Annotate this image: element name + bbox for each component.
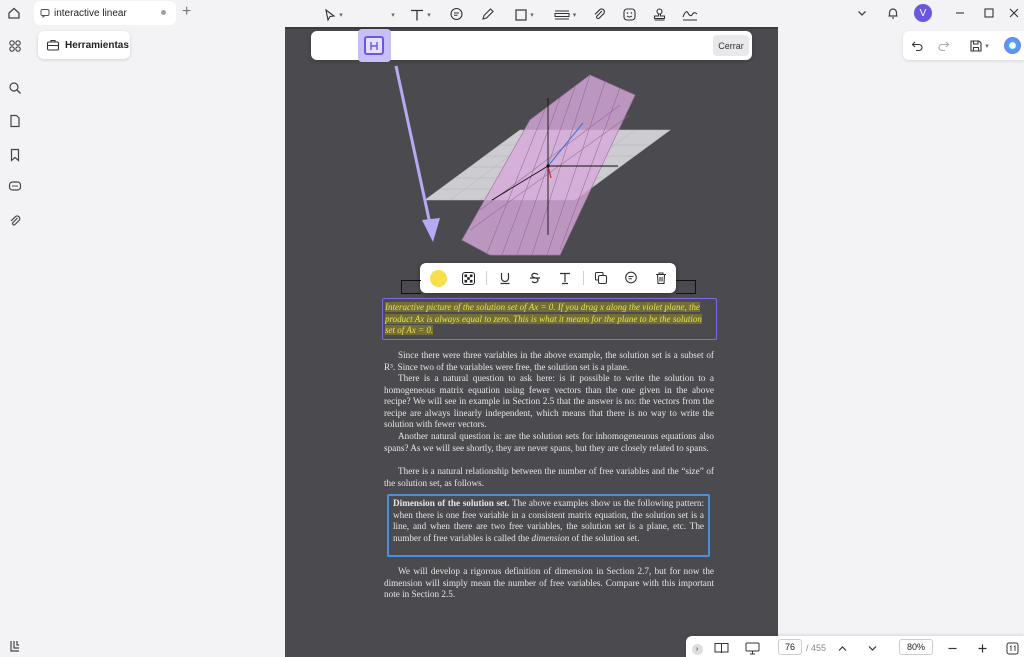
figure-frame-right [676, 280, 696, 294]
comment-tool-button[interactable] [446, 5, 466, 24]
unsaved-dot-icon[interactable] [161, 10, 166, 15]
paragraph-3: Another natural question is: are the sol… [384, 431, 714, 453]
reading-mode-icon[interactable] [712, 640, 730, 656]
dimension-note-box[interactable]: Dimension of the solution set. The above… [387, 494, 710, 557]
tools-button[interactable]: Herramientas [38, 31, 130, 59]
note-body-2: of the solution set. [571, 532, 640, 543]
highlight-options-caret[interactable]: ▾ [388, 5, 396, 24]
paragraph-4: There is a natural relationship between … [384, 466, 714, 488]
copy-icon [594, 271, 608, 285]
note-title: Dimension of the solution set. [393, 498, 510, 508]
text-replace-button[interactable] [556, 269, 574, 287]
signature-icon [682, 11, 698, 21]
comment-icon [449, 7, 463, 21]
page-icon[interactable] [5, 111, 25, 131]
figure-frame-left [401, 280, 421, 294]
paragraph-1: Since there were three variables in the … [384, 350, 714, 372]
close-toolbar-button[interactable]: Cerrar [713, 35, 749, 56]
ruler-icon [554, 9, 570, 20]
sticker-icon [622, 8, 636, 21]
attachment-icon[interactable] [5, 211, 25, 231]
tools-label: Herramientas [65, 39, 129, 51]
stamp-icon [653, 8, 665, 21]
final-paragraph: We will develop a rigorous definition of… [384, 566, 714, 600]
fit-page-icon[interactable] [1004, 640, 1020, 656]
comment-icon [625, 271, 637, 284]
yellow-color-icon [429, 269, 447, 287]
pointer-arrow [394, 65, 440, 242]
stamp-tool-button[interactable] [649, 5, 669, 24]
save-menu-button[interactable]: ▾ [964, 36, 994, 55]
comments-icon[interactable] [5, 177, 25, 197]
highlight-icon [364, 36, 384, 55]
zoom-in-icon[interactable] [975, 640, 989, 656]
caption-text: Interactive picture of the solution set … [385, 302, 702, 335]
ai-assistant-icon[interactable] [1003, 36, 1021, 55]
zoom-out-icon[interactable] [945, 640, 959, 656]
sticker-tool-button[interactable] [619, 5, 639, 24]
left-rail [0, 26, 30, 657]
text-tool-button[interactable]: ▾ [403, 5, 437, 24]
search-icon[interactable] [5, 78, 25, 98]
avatar-letter: V [914, 4, 932, 22]
new-tab-button[interactable]: + [182, 3, 191, 21]
underline-button[interactable] [496, 269, 514, 287]
measure-tool-button[interactable]: ▾ [548, 5, 581, 24]
previous-page-icon[interactable] [835, 640, 849, 656]
bell-icon[interactable] [883, 3, 903, 23]
next-page-icon[interactable] [865, 640, 879, 656]
strikethrough-button[interactable] [526, 269, 544, 287]
presentation-icon[interactable] [743, 640, 761, 656]
toolbox-icon [46, 39, 60, 51]
current-page-input[interactable]: 76 [778, 639, 802, 655]
checkerboard-icon [461, 271, 475, 285]
minimize-icon[interactable] [950, 3, 970, 23]
close-window-icon[interactable] [1004, 3, 1024, 23]
pen-icon [481, 8, 494, 20]
comment-icon [40, 9, 50, 18]
square-icon [515, 8, 527, 21]
signature-tool-button[interactable] [679, 5, 701, 24]
collapse-icon[interactable]: › [691, 641, 703, 657]
highlighted-caption[interactable]: Interactive picture of the solution set … [382, 298, 717, 340]
app-logo-icon[interactable] [5, 636, 25, 656]
total-pages: / 455 [805, 643, 827, 653]
avatar[interactable]: V [913, 3, 933, 23]
color-picker-button[interactable] [429, 269, 447, 287]
paperclip-icon [594, 8, 605, 20]
paragraph-2: There is a natural question to ask here:… [384, 373, 714, 430]
note-emphasis: dimension [531, 532, 570, 543]
add-comment-button[interactable] [622, 269, 640, 287]
tab-title: interactive linear [54, 7, 127, 19]
document-tab[interactable]: interactive linear [34, 1, 176, 25]
delete-button[interactable] [652, 269, 670, 287]
home-icon[interactable] [4, 3, 24, 23]
text-icon [411, 9, 424, 20]
grid-icon[interactable] [5, 36, 25, 56]
redo-icon[interactable] [935, 36, 951, 55]
copy-button[interactable] [592, 269, 610, 287]
separator [583, 271, 584, 285]
cursor-icon [325, 8, 336, 22]
save-icon [970, 39, 982, 52]
text-icon [560, 272, 570, 285]
undo-icon[interactable] [909, 36, 925, 55]
select-tool-button[interactable]: ▾ [318, 5, 348, 24]
chevron-down-icon[interactable] [852, 3, 872, 23]
attachment-tool-button[interactable] [589, 5, 609, 24]
underline-icon [500, 273, 510, 285]
maximize-icon[interactable] [979, 3, 999, 23]
trash-icon [656, 272, 666, 285]
origin-point [546, 164, 550, 168]
pen-tool-button[interactable] [477, 5, 497, 24]
separator [486, 271, 487, 285]
status-bar [686, 636, 1024, 657]
shape-tool-button[interactable]: ▾ [508, 5, 540, 24]
strikethrough-icon [530, 272, 540, 284]
zoom-level-input[interactable]: 80% [899, 639, 933, 655]
bookmark-icon[interactable] [5, 145, 25, 165]
opacity-button[interactable] [459, 269, 477, 287]
